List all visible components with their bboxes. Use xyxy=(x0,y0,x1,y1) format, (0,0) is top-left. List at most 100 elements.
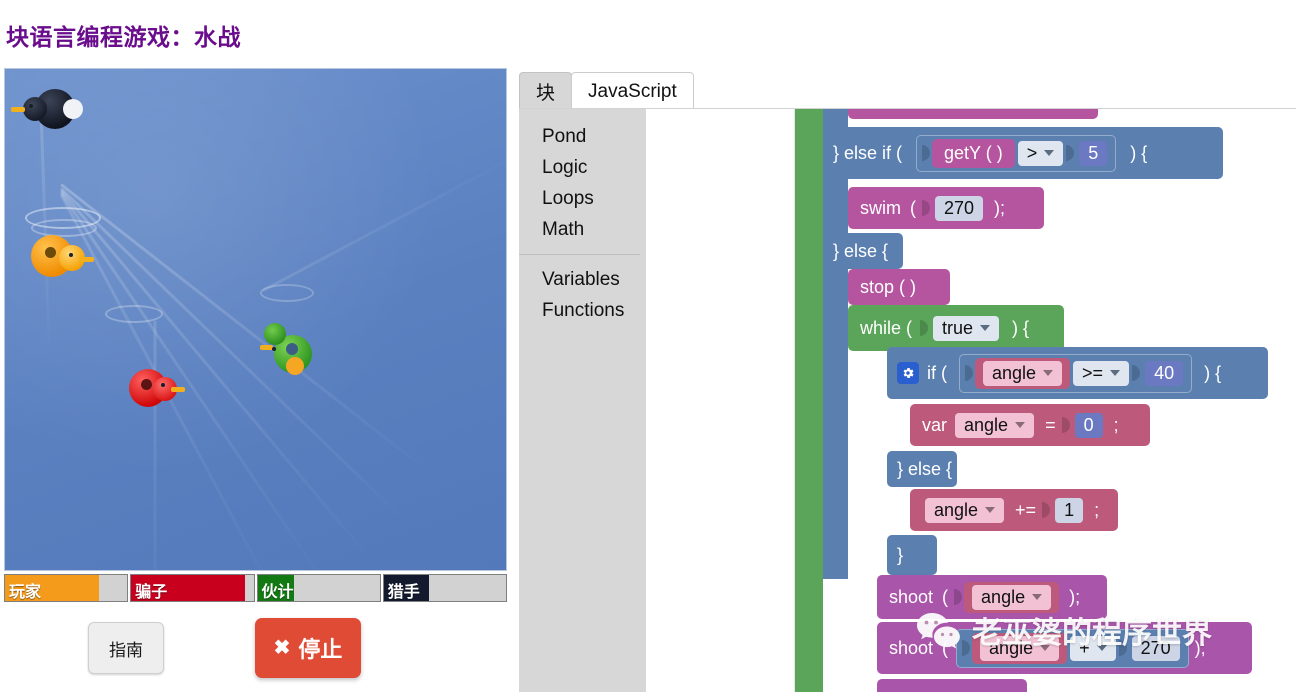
while-condition-value: true xyxy=(942,317,974,338)
avatar[interactable] xyxy=(260,321,326,377)
input-notch xyxy=(954,589,963,605)
block-set-variable[interactable]: var angle = 0 ; xyxy=(910,404,1150,446)
block-variable-angle[interactable]: angle xyxy=(964,581,1060,613)
avatar[interactable] xyxy=(11,87,89,137)
variable-name-dropdown[interactable]: angle xyxy=(925,497,1005,523)
variable-name-dropdown[interactable]: angle xyxy=(983,360,1063,386)
block-swim[interactable]: swim ( 270 ); xyxy=(848,187,1044,229)
block-stop-label: stop ( ) xyxy=(860,276,917,297)
operand-number-field[interactable]: 5 xyxy=(1079,140,1108,166)
chevron-down-icon xyxy=(980,325,991,331)
arithmetic-operand-field[interactable]: 270 xyxy=(1131,635,1180,661)
avatar-beak xyxy=(79,257,94,262)
swim-angle-field[interactable]: 270 xyxy=(935,195,984,221)
ripple xyxy=(260,284,314,302)
condition-slot: angle >= 40 xyxy=(959,353,1193,393)
input-notch xyxy=(1066,145,1075,161)
tab-blocks[interactable]: 块 xyxy=(519,72,573,110)
health-bar: 伙计 xyxy=(256,574,381,602)
health-bar: 玩家 xyxy=(4,574,129,602)
outer-loop-band xyxy=(795,109,823,692)
variable-name-dropdown[interactable]: angle xyxy=(980,635,1060,661)
health-bar: 猎手 xyxy=(382,574,507,602)
avatar-eye xyxy=(29,104,33,108)
block-shoot-close: ); xyxy=(1069,586,1081,607)
block-inner-else[interactable]: } else { xyxy=(887,451,957,487)
stop-button[interactable]: ✖ 停止 xyxy=(255,618,361,678)
block-if-prefix: if ( xyxy=(927,362,947,383)
block-variable-angle[interactable]: angle xyxy=(972,632,1068,664)
toolbox-category-variables[interactable]: Variables xyxy=(519,264,646,295)
health-bar: 骗子 xyxy=(130,574,255,602)
variable-name-dropdown[interactable]: angle xyxy=(955,412,1035,438)
avatar-head xyxy=(264,323,286,345)
avatar-head xyxy=(23,97,47,121)
block-close-brace[interactable]: } xyxy=(887,535,937,575)
block-get-y[interactable]: getY ( ) xyxy=(932,138,1015,168)
condition-slot: getY ( ) > 5 xyxy=(916,134,1117,172)
input-notch xyxy=(922,200,930,216)
set-variable-value-field[interactable]: 0 xyxy=(1074,412,1103,438)
avatar[interactable] xyxy=(127,365,193,413)
avatar-eye xyxy=(161,383,165,387)
pond-background xyxy=(5,69,506,570)
gear-icon[interactable] xyxy=(897,362,919,384)
arithmetic-slot: angle + 270 xyxy=(956,628,1189,668)
avatar-beak xyxy=(11,107,25,112)
input-notch xyxy=(1132,365,1141,381)
block-shoot-1[interactable]: shoot ( angle ); xyxy=(877,575,1107,619)
toolbox-flyout xyxy=(646,109,795,692)
block-else-label: } else { xyxy=(833,240,889,261)
health-bar-label: 玩家 xyxy=(9,584,42,601)
block-increment-variable[interactable]: angle += 1 ; xyxy=(910,489,1118,531)
toolbox-category-loops[interactable]: Loops xyxy=(519,183,646,214)
toolbox-category-functions[interactable]: Functions xyxy=(519,295,646,326)
outer-if-band xyxy=(823,109,848,579)
block-stop[interactable]: stop ( ) xyxy=(848,269,950,305)
chevron-down-icon xyxy=(1040,645,1051,651)
comparison-operator-dropdown[interactable]: > xyxy=(1017,140,1064,166)
avatar-marker xyxy=(45,247,56,258)
block-clipped-bottom[interactable] xyxy=(877,679,1027,692)
increment-semicolon: ; xyxy=(1094,499,1100,520)
chevron-down-icon xyxy=(1015,422,1026,428)
block-else-if[interactable]: } else if ( getY ( ) > 5 ) { xyxy=(823,127,1223,179)
block-inner-else-label: } else { xyxy=(897,458,953,479)
avatar-marker xyxy=(63,99,83,119)
tab-javascript[interactable]: JavaScript xyxy=(571,72,694,110)
while-condition-dropdown[interactable]: true xyxy=(933,315,1000,341)
health-bar-label: 伙计 xyxy=(261,584,294,601)
comparison-operator-dropdown[interactable]: >= xyxy=(1073,360,1130,386)
block-swim-open: ( xyxy=(910,197,916,218)
variable-name-dropdown[interactable]: angle xyxy=(972,584,1052,610)
toolbox-category-logic[interactable]: Logic xyxy=(519,152,646,183)
block-else[interactable]: } else { xyxy=(823,233,903,269)
blockly-workspace[interactable]: } else if ( getY ( ) > 5 ) { swim ( 270 xyxy=(795,109,1296,692)
block-variable-angle[interactable]: angle xyxy=(975,357,1071,389)
chevron-down-icon xyxy=(1032,594,1043,600)
editor-tabs: 块 JavaScript xyxy=(519,70,694,110)
block-shoot-close: ); xyxy=(1194,637,1206,658)
variable-name-value: angle xyxy=(981,586,1026,607)
block-else-if-suffix: ) { xyxy=(1130,142,1148,163)
avatar-marker xyxy=(141,379,152,390)
avatar-eye xyxy=(69,253,73,257)
block-if[interactable]: if ( angle >= 40 ) { xyxy=(887,347,1268,399)
block-shoot-open: ( xyxy=(942,637,949,658)
toolbox-category-pond[interactable]: Pond xyxy=(519,121,646,152)
block-shoot-2[interactable]: shoot ( angle + 270 ); xyxy=(877,622,1252,674)
input-notch xyxy=(1042,502,1051,518)
guide-button[interactable]: 指南 xyxy=(88,622,164,674)
pond-canvas[interactable] xyxy=(4,68,507,571)
arithmetic-operator-dropdown[interactable]: + xyxy=(1070,635,1116,661)
block-clipped-top[interactable] xyxy=(848,109,1098,119)
operand-number-field[interactable]: 40 xyxy=(1145,360,1184,386)
avatar[interactable] xyxy=(27,229,101,283)
increment-value-field[interactable]: 1 xyxy=(1055,497,1084,523)
health-bar-group: 玩家 骗子 伙计 猎手 xyxy=(4,574,507,602)
block-while[interactable]: while ( true ) { xyxy=(848,305,1064,351)
toolbox: Pond Logic Loops Math Variables Function… xyxy=(519,109,646,692)
toolbox-category-math[interactable]: Math xyxy=(519,214,646,245)
avatar-marker xyxy=(286,343,298,355)
stop-button-label: 停止 xyxy=(298,637,343,662)
